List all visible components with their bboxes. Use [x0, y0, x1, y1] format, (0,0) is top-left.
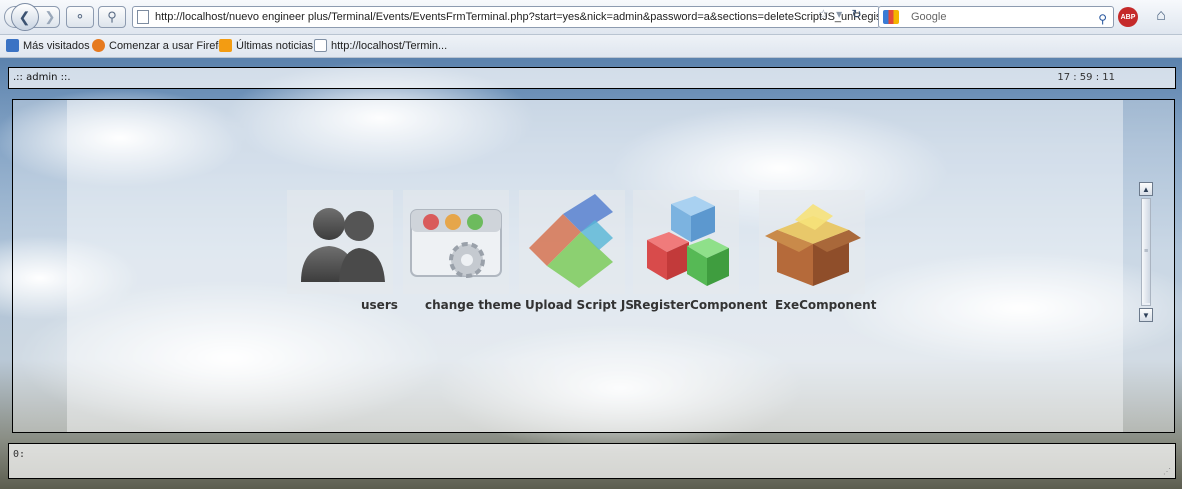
upload-script-icon[interactable] [519, 190, 625, 294]
scroll-down-icon[interactable]: ▼ [1139, 308, 1153, 322]
address-tools: ☆ ▾ ↻ [818, 7, 862, 21]
rss-icon [219, 39, 232, 52]
bookmark-firefox[interactable]: Comenzar a usar Firefox [92, 39, 230, 52]
back-forward-buttons[interactable]: ❮ ❯ [4, 3, 60, 31]
bookmark-star-icon[interactable]: ☆ [818, 7, 829, 21]
register-component-icon[interactable] [633, 190, 739, 294]
page-icon [314, 39, 327, 52]
bookmark-label: Comenzar a usar Firefox [109, 39, 231, 52]
users-icon[interactable] [287, 190, 393, 294]
address-text: http://localhost/nuevo engineer plus/Ter… [155, 11, 880, 23]
app-exe-component[interactable]: ExeComponent [759, 190, 876, 330]
magnifier-icon: ⚲ [107, 9, 117, 24]
bookmark-label: Últimas noticias [236, 39, 314, 52]
search-placeholder: Google [911, 11, 947, 23]
app-label: RegisterComponent [633, 298, 768, 312]
app-icons: users change theme Upload Script JS Regi… [13, 190, 1174, 330]
dropdown-icon[interactable]: ▾ [836, 7, 842, 21]
bookmark-label: http://localhost/Termin... [331, 39, 448, 52]
adblock-icon[interactable]: ABP [1118, 7, 1138, 27]
bookmark-most-visited[interactable]: Más visitados [6, 39, 90, 52]
home-icon[interactable]: ⌂ [1148, 7, 1174, 27]
terminal-page: .:: admin ::. 17 : 59 : 11 users change … [0, 58, 1182, 489]
app-change-theme[interactable]: change theme [403, 190, 521, 330]
app-label: users [361, 298, 398, 312]
change-theme-icon[interactable] [403, 190, 509, 294]
address-bar[interactable]: http://localhost/nuevo engineer plus/Ter… [132, 6, 880, 28]
bookmark-label: Más visitados [23, 39, 90, 52]
bookmarks-toolbar: Más visitados Comenzar a usar Firefox Úl… [0, 35, 1182, 58]
page-icon [137, 10, 149, 24]
scroll-thumb[interactable]: ≡ [1142, 199, 1150, 303]
desktop-panel: users change theme Upload Script JS Regi… [12, 99, 1175, 433]
console-prompt: 0: [13, 449, 26, 460]
app-upload-script[interactable]: Upload Script JS [519, 190, 634, 330]
app-users[interactable]: users [287, 190, 398, 330]
exe-component-icon[interactable] [759, 190, 865, 294]
app-label: change theme [425, 298, 522, 312]
app-label: Upload Script JS [525, 298, 634, 312]
desktop-scrollbar[interactable]: ▲ ≡ ▼ [1139, 182, 1153, 322]
clock: 17 : 59 : 11 [1057, 72, 1115, 83]
zoom-button[interactable]: ⚲ [98, 6, 126, 28]
google-logo-icon [883, 10, 899, 24]
firefox-icon [92, 39, 105, 52]
app-label: ExeComponent [775, 298, 877, 312]
browser-toolbar: ❮ ❯ ⚬ ⚲ http://localhost/nuevo engineer … [0, 0, 1182, 35]
terminal-header: .:: admin ::. 17 : 59 : 11 [8, 67, 1176, 89]
search-icon[interactable]: ⚲ [1098, 9, 1107, 29]
scroll-up-icon[interactable]: ▲ [1139, 182, 1153, 196]
history-icon: ⚬ [74, 9, 86, 24]
search-field[interactable]: Google ⚲ [878, 6, 1114, 28]
history-button[interactable]: ⚬ [66, 6, 94, 28]
reload-icon[interactable]: ↻ [851, 7, 861, 21]
console-bar[interactable]: 0: ⋰ [8, 443, 1176, 479]
bookmark-localhost[interactable]: http://localhost/Termin... [314, 39, 447, 52]
resize-grip-icon[interactable]: ⋰ [1163, 467, 1171, 476]
most-visited-icon [6, 39, 19, 52]
bookmark-news[interactable]: Últimas noticias [219, 39, 313, 52]
adblock-label: ABP [1120, 13, 1136, 21]
scroll-track[interactable]: ≡ [1141, 198, 1151, 306]
app-register-component[interactable]: RegisterComponent [633, 190, 767, 330]
user-label: .:: admin ::. [13, 72, 71, 83]
back-arrow-icon[interactable]: ❮ [10, 3, 39, 31]
forward-arrow-icon[interactable]: ❯ [45, 9, 56, 25]
